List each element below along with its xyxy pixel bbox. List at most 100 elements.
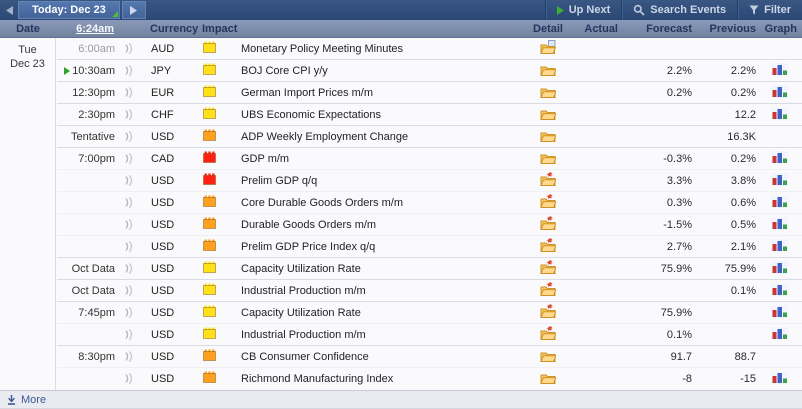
search-events-label: Search Events <box>650 4 726 16</box>
detail-folder-icon[interactable] <box>540 107 556 120</box>
previous-value: 0.2% <box>692 87 756 99</box>
up-next-button[interactable]: Up Next <box>545 0 622 20</box>
event-title[interactable]: Durable Goods Orders m/m <box>241 219 376 231</box>
forecast-value: 0.2% <box>618 87 692 99</box>
detail-folder-icon[interactable] <box>540 85 556 98</box>
event-currency: CAD <box>141 153 193 165</box>
event-title[interactable]: ADP Weekly Employment Change <box>241 131 408 143</box>
date-label: Dec 23 <box>0 57 55 71</box>
detail-folder-alert-icon[interactable] <box>540 304 556 318</box>
detail-folder-icon[interactable] <box>540 151 556 164</box>
event-row: 6:00am AUD Monetary Policy <box>57 38 802 59</box>
today-button[interactable]: Today: Dec 23 <box>18 1 120 19</box>
event-time-label: 12:30pm <box>72 87 115 99</box>
calendar-body: Tue Dec 23 6:00am AUD <box>0 38 802 390</box>
detail-folder-icon[interactable] <box>540 129 556 142</box>
economic-calendar: Today: Dec 23 Up Next Search Events Filt… <box>0 0 802 409</box>
event-title[interactable]: UBS Economic Expectations <box>241 109 381 121</box>
speaker-icon[interactable] <box>123 197 133 208</box>
graph-icon[interactable] <box>771 327 788 340</box>
graph-icon[interactable] <box>771 371 788 384</box>
event-row: USD Prelim GDP Price Index q/q <box>57 235 802 257</box>
speaker-icon[interactable] <box>123 373 133 384</box>
event-row: Oct Data USD Industrial Pr <box>57 279 802 301</box>
event-currency: USD <box>141 197 193 209</box>
detail-folder-alert-icon[interactable] <box>540 172 556 186</box>
event-row: USD Prelim GDP q/q <box>57 169 802 191</box>
forecast-value: -1.5% <box>618 219 692 231</box>
detail-folder-alert-icon[interactable] <box>540 194 556 208</box>
event-title[interactable]: Capacity Utilization Rate <box>241 307 361 319</box>
speaker-icon[interactable] <box>123 285 133 296</box>
graph-icon[interactable] <box>771 63 788 76</box>
event-title[interactable]: BOJ Core CPI y/y <box>241 65 328 77</box>
speaker-icon[interactable] <box>123 307 133 318</box>
speaker-icon[interactable] <box>123 263 133 274</box>
event-title[interactable]: German Import Prices m/m <box>241 87 373 99</box>
speaker-icon[interactable] <box>123 87 133 98</box>
graph-icon[interactable] <box>771 173 788 186</box>
detail-folder-alert-icon[interactable] <box>540 282 556 296</box>
event-title[interactable]: CB Consumer Confidence <box>241 351 369 363</box>
speaker-icon[interactable] <box>123 109 133 120</box>
speaker-icon[interactable] <box>123 329 133 340</box>
graph-icon[interactable] <box>771 305 788 318</box>
event-title[interactable]: Prelim GDP q/q <box>241 175 317 187</box>
graph-icon[interactable] <box>771 283 788 296</box>
event-title[interactable]: Industrial Production m/m <box>241 285 366 297</box>
speaker-icon[interactable] <box>123 131 133 142</box>
search-icon <box>633 4 645 16</box>
previous-value: 16.3K <box>692 131 756 143</box>
speaker-icon[interactable] <box>123 351 133 362</box>
col-header-actual: Actual <box>568 23 618 35</box>
graph-icon[interactable] <box>771 195 788 208</box>
event-title[interactable]: Richmond Manufacturing Index <box>241 373 393 385</box>
event-title[interactable]: GDP m/m <box>241 153 289 165</box>
event-row: USD Industrial Production m/m <box>57 323 802 345</box>
detail-folder-icon[interactable] <box>540 349 556 362</box>
graph-icon[interactable] <box>771 85 788 98</box>
search-events-button[interactable]: Search Events <box>621 0 737 20</box>
event-title[interactable]: Capacity Utilization Rate <box>241 263 361 275</box>
speaker-icon[interactable] <box>123 241 133 252</box>
detail-folder-alert-icon[interactable] <box>540 326 556 340</box>
more-label: More <box>21 394 46 406</box>
event-title[interactable]: Prelim GDP Price Index q/q <box>241 241 375 253</box>
event-title[interactable]: Industrial Production m/m <box>241 329 366 341</box>
event-time-label: Oct Data <box>72 285 115 297</box>
event-time-label: Oct Data <box>72 263 115 275</box>
speaker-icon[interactable] <box>123 175 133 186</box>
filter-funnel-icon <box>749 5 759 15</box>
event-title[interactable]: Monetary Policy Meeting Minutes <box>241 43 403 55</box>
graph-icon[interactable] <box>771 261 788 274</box>
detail-folder-alert-icon[interactable] <box>540 238 556 252</box>
speaker-icon[interactable] <box>123 219 133 230</box>
detail-folder-alert-icon[interactable] <box>540 260 556 274</box>
next-day-button[interactable] <box>122 1 146 19</box>
detail-folder-doc-icon[interactable] <box>540 40 556 54</box>
graph-icon[interactable] <box>771 239 788 252</box>
speaker-icon[interactable] <box>123 43 133 54</box>
graph-icon[interactable] <box>771 217 788 230</box>
impact-icon <box>203 63 216 75</box>
detail-folder-icon[interactable] <box>540 371 556 384</box>
chevron-left-icon <box>6 6 13 15</box>
toolbar-spacer <box>146 0 545 20</box>
previous-value: 3.8% <box>692 175 756 187</box>
event-currency: USD <box>141 219 193 231</box>
prev-day-button[interactable] <box>0 0 18 20</box>
up-next-label: Up Next <box>569 4 611 16</box>
detail-folder-icon[interactable] <box>540 63 556 76</box>
current-time-link[interactable]: 6:24am <box>76 23 114 35</box>
detail-folder-alert-icon[interactable] <box>540 216 556 230</box>
filter-button[interactable]: Filter <box>737 0 802 20</box>
event-title[interactable]: Core Durable Goods Orders m/m <box>241 197 403 209</box>
graph-icon[interactable] <box>771 107 788 120</box>
speaker-icon[interactable] <box>123 153 133 164</box>
event-row: USD Durable Goods Orders m/m <box>57 213 802 235</box>
graph-icon[interactable] <box>771 151 788 164</box>
forecast-value: 0.1% <box>618 329 692 341</box>
previous-value: 0.2% <box>692 153 756 165</box>
speaker-icon[interactable] <box>123 65 133 76</box>
more-bar[interactable]: More <box>0 390 802 409</box>
